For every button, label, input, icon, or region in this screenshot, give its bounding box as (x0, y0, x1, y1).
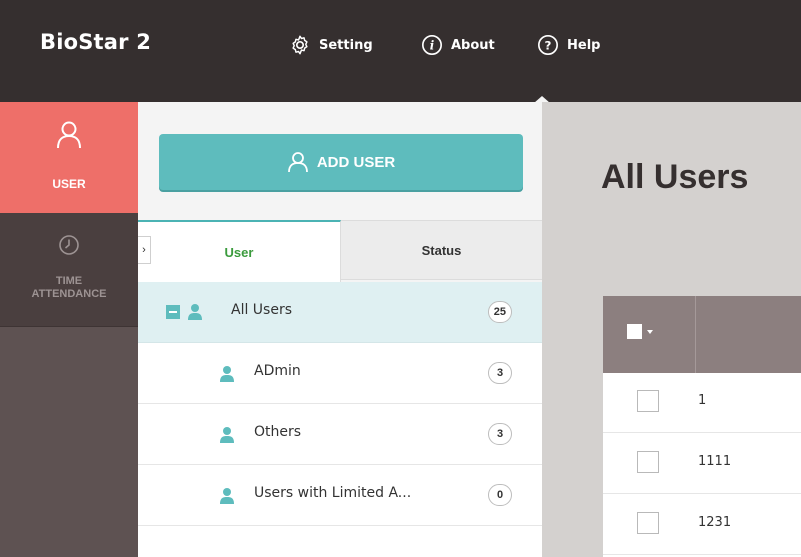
user-id-cell: 1 (698, 393, 707, 408)
user-id-cell: 1231 (698, 515, 732, 530)
clock-icon (59, 235, 79, 255)
row-checkbox[interactable] (637, 512, 659, 534)
tab-user[interactable]: User (138, 220, 341, 282)
table-row[interactable]: 1231 (603, 495, 801, 555)
svg-text:?: ? (545, 39, 552, 53)
person-icon (220, 366, 234, 382)
tree-item-users-with-limited-access[interactable]: Users with Limited A... 0 (138, 465, 542, 526)
tree-item-label: Users with Limited A... (254, 485, 412, 501)
rail-item-time-attendance-label: TIME ATTENDANCE (0, 275, 138, 301)
tree-item-label: ADmin (254, 363, 301, 379)
about-label: About (451, 37, 495, 53)
user-table: 1 1111 1231 (603, 296, 801, 557)
svg-text:i: i (430, 39, 435, 53)
select-all-checkbox[interactable] (627, 324, 642, 339)
count-badge: 25 (487, 301, 512, 323)
tree-item-label: Others (254, 424, 302, 440)
main-content: All Users 1 1111 1231 (542, 102, 801, 557)
user-group-tree: All Users 25 ADmin 3 Others 3 Users with… (138, 282, 542, 557)
about-button[interactable]: i About (421, 34, 495, 56)
table-row[interactable]: 1111 (603, 434, 801, 494)
rail-ta-line2: ATTENDANCE (31, 288, 107, 300)
chevron-right-icon[interactable]: › (138, 236, 151, 264)
user-id-cell: 1111 (698, 454, 732, 469)
person-icon (188, 304, 202, 320)
tree-item-admin[interactable]: ADmin 3 (138, 343, 542, 404)
help-button[interactable]: ? Help (537, 34, 600, 56)
table-header (603, 296, 801, 373)
count-badge: 3 (488, 362, 512, 384)
tree-item-others[interactable]: Others 3 (138, 404, 542, 465)
tree-item-label: All Users (231, 302, 293, 318)
column-divider (695, 296, 696, 373)
add-user-label: ADD USER (316, 153, 396, 171)
add-user-button[interactable]: ADD USER (159, 134, 523, 190)
rail-item-user-label: USER (52, 177, 86, 191)
setting-button[interactable]: Setting (289, 34, 373, 56)
question-icon: ? (538, 35, 558, 55)
info-icon: i (422, 35, 442, 55)
select-all-dropdown[interactable] (627, 324, 653, 339)
top-bar: BioStar 2 Setting i About ? Help (0, 0, 801, 102)
person-icon (220, 427, 234, 443)
user-icon (57, 121, 81, 149)
tree-item-all-users[interactable]: All Users 25 (138, 282, 542, 343)
table-row[interactable]: 1 (603, 373, 801, 433)
setting-label: Setting (319, 37, 373, 53)
rail-item-time-attendance[interactable]: TIME ATTENDANCE (0, 213, 138, 327)
count-badge: 3 (488, 423, 512, 445)
rail-ta-line1: TIME (55, 275, 83, 287)
person-icon (220, 488, 234, 504)
panel-tabs: › User Status (138, 220, 542, 282)
user-icon (287, 152, 308, 173)
caret-down-icon (647, 329, 653, 334)
page-title: All Users (601, 158, 749, 196)
gear-icon (292, 35, 308, 55)
row-checkbox[interactable] (637, 451, 659, 473)
collapse-icon[interactable] (166, 305, 180, 319)
rail-item-user[interactable]: USER (0, 102, 138, 213)
tab-status[interactable]: Status (341, 220, 542, 280)
group-panel: ADD USER › User Status All Users 25 ADmi… (138, 102, 542, 557)
count-badge: 0 (488, 484, 512, 506)
left-rail: USER TIME ATTENDANCE (0, 102, 138, 557)
app-logo[interactable]: BioStar 2 (40, 30, 151, 54)
help-label: Help (567, 37, 601, 53)
row-checkbox[interactable] (637, 390, 659, 412)
